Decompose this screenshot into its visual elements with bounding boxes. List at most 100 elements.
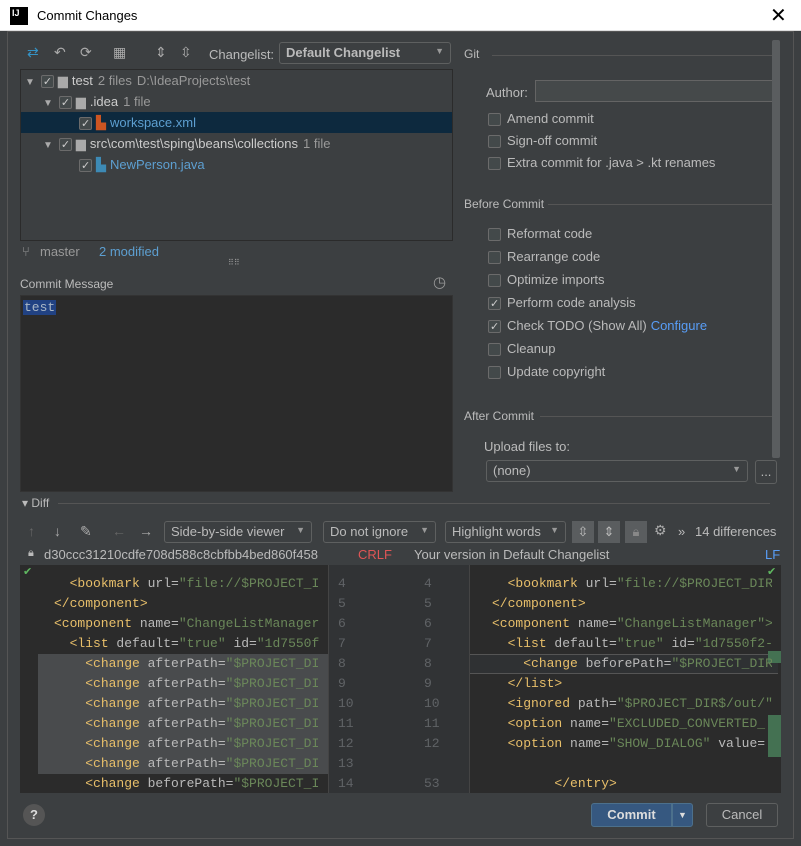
checkbox[interactable] (488, 251, 501, 265)
value: "file://$PROJECT_I (178, 576, 320, 591)
include-checkbox[interactable] (58, 93, 72, 114)
tag: <change (85, 696, 140, 711)
option-label: Cleanup (507, 341, 556, 356)
gear-icon[interactable]: ⚙ (654, 522, 667, 539)
attr: name= (132, 616, 179, 631)
expand-all-icon[interactable]: ⇕ (155, 44, 167, 61)
checkbox[interactable] (488, 317, 501, 337)
configure-link[interactable]: Configure (651, 318, 707, 333)
line-number: 6 (424, 616, 432, 631)
lock-icon[interactable]: 🔒︎ (625, 521, 647, 543)
diff-toggle[interactable]: ▾ Diff (22, 496, 49, 510)
window-title: Commit Changes (37, 8, 138, 23)
author-input[interactable] (535, 80, 775, 102)
value: "1d7550f2- (694, 636, 772, 651)
value: "ChangeListManager (178, 616, 320, 631)
attr: afterPath= (139, 756, 226, 771)
splitter-handle[interactable]: ⠿⠿ (228, 258, 240, 267)
right-line-separator[interactable]: LF (765, 547, 780, 562)
tag: <change (85, 676, 140, 691)
checkbox[interactable] (488, 343, 501, 357)
checkbox[interactable] (488, 113, 501, 127)
code-line: <option name="SHOW_DIALOG" value= (492, 734, 772, 754)
forward-icon[interactable]: → (139, 523, 153, 539)
include-checkbox[interactable] (58, 135, 72, 156)
option-sign-off-commit[interactable]: Sign-off commit (488, 131, 597, 151)
option-check-todo-show-all-[interactable]: Check TODO (Show All) Configure (488, 316, 707, 337)
more-icon[interactable]: » (678, 524, 685, 539)
value: "true" (616, 636, 664, 651)
highlight-dropdown[interactable]: Highlight words ▼ (445, 521, 566, 543)
line-number: 4 (424, 576, 432, 591)
option-rearrange-code[interactable]: Rearrange code (488, 247, 600, 267)
code-line: </entry> (492, 774, 772, 793)
option-optimize-imports[interactable]: Optimize imports (488, 270, 605, 290)
chevron-down-icon[interactable]: ▼ (43, 140, 53, 151)
include-checkbox[interactable] (40, 72, 54, 93)
highlight-value: Highlight words (452, 524, 541, 539)
code-line: <list default="true" id="1d7550f2- (492, 634, 772, 654)
line-number: 7 (338, 636, 346, 651)
changelist-label: Changelist: (209, 47, 275, 62)
include-checkbox[interactable] (79, 156, 92, 177)
option-cleanup[interactable]: Cleanup (488, 339, 555, 359)
viewer-dropdown[interactable]: Side-by-side viewer ▼ (164, 521, 312, 543)
upload-dropdown[interactable]: (none) ▼ (486, 460, 748, 482)
ignore-dropdown[interactable]: Do not ignore ▼ (323, 521, 436, 543)
line-number: 4 (338, 576, 346, 591)
history-clock-icon[interactable]: ◷ (433, 273, 446, 291)
back-icon[interactable]: ← (112, 523, 126, 539)
tree-row[interactable]: ▼ ▆src\com\test\sping\beans\collections 1 … (21, 133, 452, 156)
prev-diff-icon[interactable]: ↑ (28, 523, 35, 539)
commit-options-chevron-icon[interactable]: ▼ (672, 803, 693, 827)
option-extra-commit-for-java-kt-renames[interactable]: Extra commit for .java > .kt renames (488, 153, 715, 173)
sync-scroll-icon[interactable]: ⇕ (598, 521, 620, 543)
chevron-down-icon[interactable]: ▼ (43, 98, 53, 109)
tree-row[interactable]: ▼ ▆test 2 files D:\IdeaProjects\test (21, 70, 452, 93)
option-reformat-code[interactable]: Reformat code (488, 224, 592, 244)
help-button[interactable]: ? (23, 804, 45, 826)
changelist-dropdown[interactable]: Default Changelist ▼ (279, 42, 451, 64)
diff-title: Diff (31, 496, 50, 510)
show-diff-icon[interactable]: ⇄ (27, 44, 39, 61)
option-update-copyright[interactable]: Update copyright (488, 362, 605, 382)
close-icon[interactable]: ✕ (770, 3, 787, 28)
cancel-button[interactable]: Cancel (706, 803, 778, 827)
modified-count[interactable]: 2 modified (99, 244, 159, 259)
edit-icon[interactable]: ✎ (80, 523, 92, 540)
collapse-all-icon[interactable]: ⇳ (180, 44, 192, 61)
option-amend-commit[interactable]: Amend commit (488, 109, 594, 129)
left-line-separator[interactable]: CRLF (358, 547, 392, 562)
attr: value= (710, 736, 766, 751)
tag: <component (492, 616, 571, 631)
changes-tree[interactable]: ▼▆test2 filesD:\IdeaProjects\test▼▆.idea… (20, 69, 453, 241)
chevron-down-icon[interactable]: ▼ (25, 77, 35, 88)
group-by-icon[interactable]: ▦ (113, 44, 126, 61)
commit-button[interactable]: Commit (591, 803, 672, 827)
line-number: 14 (338, 776, 354, 791)
diff-editor[interactable]: ✔ ✔ <bookmark url="file://$PROJECT_I 4 </c… (20, 565, 781, 793)
rollback-icon[interactable]: ↶ (54, 44, 66, 61)
checkbox[interactable] (488, 135, 501, 149)
scrollbar[interactable] (772, 40, 780, 458)
include-checkbox[interactable] (79, 114, 92, 135)
checkbox[interactable] (488, 366, 501, 380)
code-line: <list default="true" id="1d7550f (54, 634, 344, 654)
checkbox[interactable] (488, 228, 501, 242)
tree-row[interactable]: ▙ workspace.xml (21, 112, 452, 135)
code-line: <change afterPath="$PROJECT_DI (54, 694, 344, 714)
checkbox[interactable] (488, 294, 501, 314)
attr: name= (562, 716, 610, 731)
checkbox[interactable] (488, 274, 501, 288)
next-diff-icon[interactable]: ↓ (54, 523, 61, 539)
browse-button[interactable]: ... (755, 460, 777, 484)
refresh-icon[interactable]: ⟳ (80, 44, 92, 61)
collapse-unchanged-icon[interactable]: ⇳ (572, 521, 594, 543)
tree-row[interactable]: ▼ ▆.idea 1 file (21, 91, 452, 114)
tree-row[interactable]: ▙ NewPerson.java (21, 154, 452, 177)
commit-message-input[interactable]: test (20, 295, 453, 492)
tag: </list> (507, 676, 563, 691)
checkbox[interactable] (488, 157, 501, 171)
option-perform-code-analysis[interactable]: Perform code analysis (488, 293, 636, 314)
